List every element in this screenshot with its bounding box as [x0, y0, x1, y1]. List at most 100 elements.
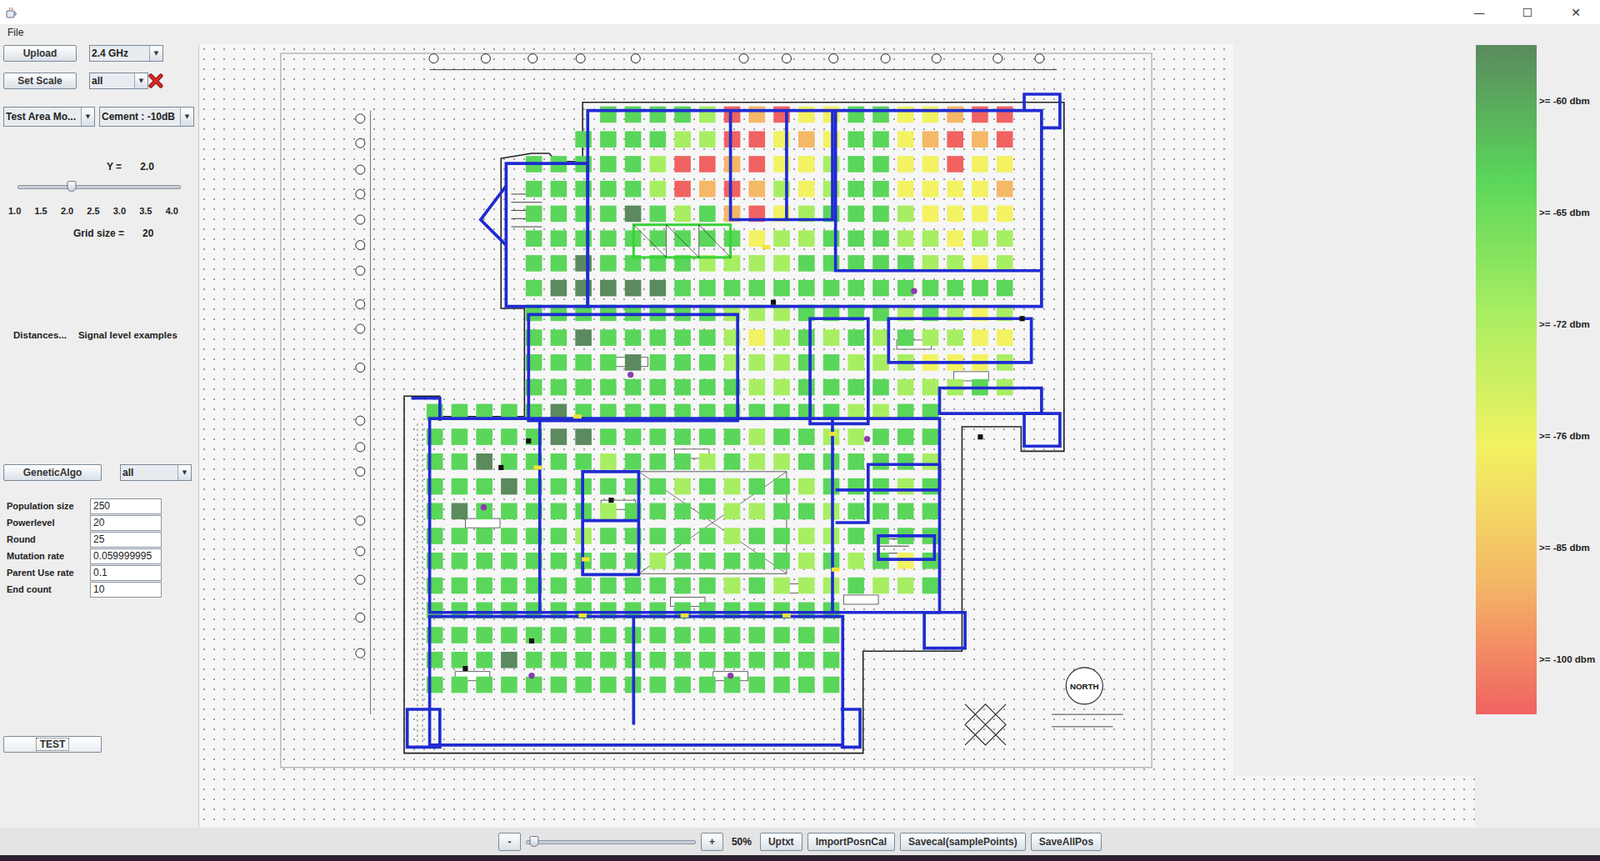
access-point[interactable] — [727, 672, 734, 679]
heat-cell — [749, 651, 766, 669]
wall[interactable] — [868, 464, 940, 490]
toolbar-button[interactable]: ImportPosnCal — [807, 832, 895, 851]
grid-axis-mark — [355, 114, 365, 124]
grid-axis-mark — [829, 54, 839, 64]
link-label[interactable]: Signal level examples — [78, 330, 178, 340]
wall[interactable] — [582, 519, 639, 523]
wall[interactable] — [587, 110, 1042, 307]
wall[interactable] — [835, 490, 869, 523]
wall[interactable] — [528, 314, 738, 420]
zoom-slider[interactable] — [525, 835, 696, 848]
access-point[interactable] — [910, 288, 917, 295]
heat-cell — [996, 155, 1014, 173]
wall[interactable] — [538, 418, 542, 613]
access-point[interactable] — [627, 371, 634, 378]
heat-cell — [847, 478, 865, 495]
heat-cell — [847, 255, 865, 272]
heat-cell — [650, 280, 667, 297]
wall[interactable] — [810, 318, 869, 424]
wall[interactable] — [840, 709, 860, 747]
heat-cell — [451, 527, 469, 545]
wall[interactable] — [878, 535, 935, 560]
wall[interactable] — [582, 471, 639, 575]
heat-cell — [922, 577, 940, 595]
upload-button[interactable]: Upload — [3, 45, 77, 62]
menu-item[interactable]: File — [7, 26, 32, 39]
heat-cell — [922, 503, 940, 520]
heat-cell — [749, 130, 766, 148]
wall[interactable] — [939, 387, 1041, 414]
wall[interactable] — [632, 616, 636, 725]
wall[interactable] — [785, 110, 789, 220]
scale-filter-combo[interactable]: all▼ — [89, 72, 149, 90]
heat-cell — [724, 428, 741, 445]
wall[interactable] — [830, 418, 835, 613]
wall[interactable] — [430, 418, 940, 613]
heat-cell — [749, 478, 766, 495]
param-label: Population size — [3, 500, 90, 511]
access-point[interactable] — [864, 435, 870, 442]
combo-arrow-icon: ▼ — [180, 107, 194, 126]
heat-cell — [699, 155, 716, 173]
toolbar-button[interactable]: Savecal(samplePoints) — [900, 832, 1026, 851]
zoom-out-button[interactable]: - — [498, 832, 521, 851]
param-input[interactable]: 0.059999995 — [90, 548, 162, 565]
set-scale-button[interactable]: Set Scale — [3, 72, 77, 90]
param-input[interactable]: 20 — [90, 515, 162, 531]
band-combo[interactable]: 2.4 GHz▼ — [89, 45, 164, 62]
test-button[interactable]: TEST — [3, 735, 102, 753]
heat-cell — [773, 354, 790, 371]
window-control-button[interactable]: ☐ — [1503, 0, 1552, 25]
heat-cell — [996, 180, 1014, 198]
y-slider[interactable] — [17, 180, 181, 193]
wall[interactable] — [730, 110, 833, 220]
param-input[interactable]: 0.1 — [90, 565, 162, 581]
delete-x-icon[interactable] — [148, 73, 164, 89]
window-control-button[interactable]: ✕ — [1551, 0, 1600, 25]
heat-cell — [922, 130, 940, 148]
param-input[interactable]: 10 — [90, 581, 162, 598]
slider-knob[interactable] — [67, 180, 77, 192]
heat-cell — [749, 428, 766, 445]
window-control-button[interactable]: — — [1455, 0, 1504, 25]
heat-cell — [749, 527, 766, 545]
toolbar-button[interactable]: Uptxt — [760, 832, 803, 851]
wall[interactable] — [924, 612, 965, 649]
wall[interactable] — [888, 318, 1031, 363]
grid-axis-mark — [355, 215, 365, 225]
heat-cell — [699, 205, 716, 223]
param-input[interactable]: 250 — [90, 498, 162, 515]
genetic-algo-button[interactable]: GeneticAlgo — [3, 464, 102, 481]
heat-cell — [550, 230, 568, 247]
zoom-in-button[interactable]: + — [700, 832, 724, 851]
access-point[interactable] — [480, 504, 487, 510]
wall[interactable] — [411, 398, 440, 421]
material-combo[interactable]: Cement : -10dB▼ — [99, 106, 195, 127]
heat-cell — [897, 230, 915, 247]
heat-cell — [798, 428, 815, 445]
mode-combo[interactable]: Test Area Mo...▼ — [3, 106, 95, 127]
floor-plan-canvas[interactable]: NORTH — [198, 44, 1475, 828]
toolbar-button[interactable]: SaveAllPos — [1030, 832, 1102, 851]
slider-tick-label: 3.5 — [139, 205, 152, 216]
heat-cell — [749, 379, 766, 396]
heat-cell — [699, 676, 716, 694]
wall[interactable] — [1024, 94, 1060, 128]
wall[interactable] — [1024, 413, 1060, 446]
wall[interactable] — [430, 616, 844, 745]
heat-cell — [500, 676, 518, 694]
heat-cell — [674, 155, 691, 173]
access-point[interactable] — [528, 672, 535, 679]
wall[interactable] — [480, 185, 507, 245]
wall[interactable] — [505, 163, 588, 306]
wall[interactable] — [835, 110, 1042, 271]
exterior-wall — [404, 102, 1065, 754]
param-input[interactable]: 25 — [90, 531, 162, 548]
heat-cell — [650, 626, 667, 644]
slider-knob[interactable] — [530, 835, 540, 847]
link-label[interactable]: Distances... — [13, 330, 67, 340]
wall[interactable] — [407, 709, 440, 747]
ga-filter-combo[interactable]: all▼ — [120, 464, 192, 481]
door-mark — [831, 567, 840, 572]
heat-cell — [600, 577, 617, 595]
